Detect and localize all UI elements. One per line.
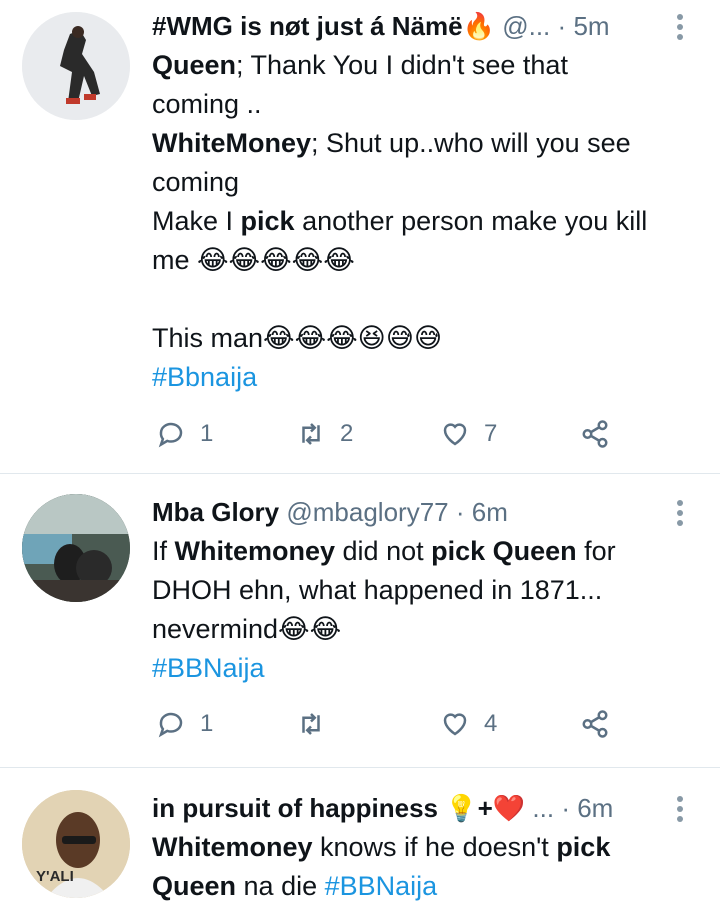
more-options-icon[interactable] [670,12,690,42]
timestamp[interactable]: 5m [573,11,609,41]
more-options-icon[interactable] [670,498,690,528]
text-line: DHOH ehn, what happened in 1871... [152,575,603,605]
hashtag-link[interactable]: #Bbnaija [152,358,697,397]
reply-icon [158,422,183,448]
reply-count: 1 [200,710,214,737]
text-line: Queen; Thank You I didn't see that [152,50,568,80]
text-line [152,280,697,319]
avatar[interactable] [22,12,130,120]
text-line: coming [152,167,240,197]
display-name[interactable]: #WMG is nøt just á Nämë🔥 [152,11,495,41]
tweet-actions: 1 2 7 [152,414,632,454]
reply-count: 1 [200,420,214,447]
avatar-caption: Y'ALI [36,868,74,885]
share-icon [582,710,608,738]
text-line: coming .. [152,89,262,119]
user-handle[interactable]: @mbaglory77 [286,497,448,527]
timestamp[interactable]: 6m [472,497,508,527]
tweet-text: If Whitemoney did not pick Queen for DHO… [152,532,697,688]
retweet-button[interactable]: 2 [296,414,353,454]
reply-button[interactable]: 1 [156,414,213,454]
display-name[interactable]: Mba Glory [152,497,279,527]
share-button[interactable] [580,414,624,454]
text-line: This man😂😂😂😆😅😅 [152,323,443,353]
tweet-actions: 1 4 [152,704,632,744]
text-line: If Whitemoney did not pick Queen for [152,536,616,566]
tweet-header: #WMG is nøt just á Nämë🔥 @... · 5m [152,8,650,44]
text-line: nevermind😂😂 [152,614,342,644]
tweet-header: in pursuit of happiness 💡+❤️ ... · 6m [152,790,650,826]
share-icon [582,420,608,448]
hashtag-link[interactable]: #BBNaija [152,649,697,688]
retweet-count: 2 [340,420,354,447]
separator-dot: · [455,497,465,527]
retweet-icon [302,423,320,445]
like-button[interactable]: 7 [440,414,497,454]
tweet-1[interactable]: #WMG is nøt just á Nämë🔥 @... · 5m Queen… [0,0,720,472]
reply-button[interactable]: 1 [156,704,213,744]
user-handle[interactable]: @... [502,11,550,41]
text-line: me 😂😂😂😂😂 [152,245,355,275]
avatar[interactable] [22,494,130,602]
text-line: Queen na die #BBNaija [152,871,438,901]
heart-icon [443,713,467,736]
like-button[interactable]: 4 [440,704,497,744]
separator-dot: · [557,11,567,41]
retweet-icon [302,713,320,735]
hashtag-link[interactable]: #BBNaija [325,871,438,901]
more-options-icon[interactable] [670,794,690,824]
text-line: Whitemoney knows if he doesn't pick [152,832,611,862]
tweet-text: Queen; Thank You I didn't see that comin… [152,46,697,397]
separator-dot: · [561,793,570,823]
like-count: 7 [484,420,498,447]
share-button[interactable] [580,704,624,744]
avatar[interactable]: Y'ALI [22,790,130,898]
retweet-button[interactable] [296,704,340,744]
tweet-header: Mba Glory @mbaglory77 · 6m [152,494,650,530]
user-handle[interactable]: ... [532,793,554,823]
text-line: Make I pick another person make you kill [152,206,648,236]
tweet-3[interactable]: Y'ALI in pursuit of happiness 💡+❤️ ... ·… [0,768,720,901]
display-name[interactable]: in pursuit of happiness 💡+❤️ [152,793,525,823]
tweet-2[interactable]: Mba Glory @mbaglory77 · 6m If Whitemoney… [0,474,720,766]
like-count: 4 [484,710,498,737]
heart-icon [443,423,467,446]
avatar-photo-icon [22,12,130,120]
text-line: WhiteMoney; Shut up..who will you see [152,128,631,158]
tweet-text: Whitemoney knows if he doesn't pick Quee… [152,828,697,906]
timestamp[interactable]: 6m [577,793,613,823]
avatar-photo-icon [22,494,130,602]
reply-icon [158,712,183,738]
